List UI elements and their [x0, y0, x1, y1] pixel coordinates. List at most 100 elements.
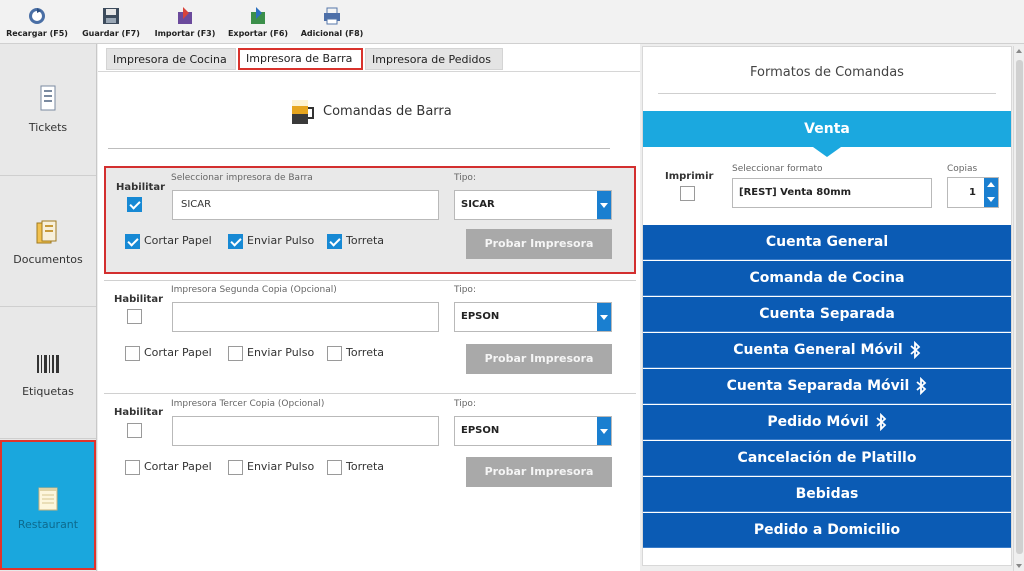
bluetooth-icon — [910, 341, 921, 359]
export-button[interactable]: Exportar (F6) — [226, 2, 290, 42]
documents-icon — [36, 220, 57, 244]
enable-checkbox[interactable] — [127, 309, 142, 324]
test-printer-button[interactable]: Probar Impresora — [466, 457, 612, 487]
chevron-up-icon[interactable] — [987, 182, 995, 187]
format-item[interactable]: Cuenta Separada Móvil — [643, 369, 1011, 404]
option-label: Torreta — [346, 460, 385, 473]
printer-field-label: Seleccionar impresora de Barra — [171, 173, 313, 183]
save-icon — [103, 8, 119, 24]
formats-panel: Formatos de Comandas Venta Imprimir Sele… — [642, 46, 1012, 566]
cortar-papel-checkbox[interactable] — [125, 234, 140, 249]
copies-stepper[interactable]: 1 — [947, 177, 999, 208]
reload-button[interactable]: Recargar (F5) — [4, 2, 70, 42]
scroll-down-icon[interactable] — [1016, 564, 1022, 568]
import-label: Importar (F3) — [154, 29, 216, 38]
option-label: Cortar Papel — [144, 234, 212, 247]
torreta-checkbox[interactable] — [327, 346, 342, 361]
vertical-scrollbar[interactable] — [1013, 46, 1024, 571]
printer-name-input[interactable]: SICAR — [172, 190, 439, 220]
print-label: Imprimir — [665, 171, 714, 182]
enviar-pulso-checkbox[interactable] — [228, 234, 243, 249]
format-item[interactable]: Pedido a Domicilio — [643, 513, 1011, 548]
format-label: Cuenta General Móvil — [733, 342, 903, 358]
enable-label: Habilitar — [114, 294, 164, 305]
beer-mug-icon — [292, 100, 314, 124]
test-printer-button[interactable]: Probar Impresora — [466, 344, 612, 374]
sidebar-item-etiquetas[interactable]: Etiquetas — [0, 307, 96, 439]
tab-impresora-pedidos[interactable]: Impresora de Pedidos — [365, 48, 503, 70]
notepad-icon — [38, 487, 58, 511]
active-format-pointer — [813, 147, 841, 157]
type-select[interactable]: EPSON — [454, 302, 612, 332]
save-label: Guardar (F7) — [82, 29, 140, 38]
enable-checkbox[interactable] — [127, 197, 142, 212]
chevron-down-icon[interactable] — [597, 303, 611, 331]
format-item[interactable]: Cuenta General — [643, 225, 1011, 260]
enviar-pulso-checkbox[interactable] — [228, 346, 243, 361]
format-item[interactable]: Cancelación de Platillo — [643, 441, 1011, 476]
scroll-thumb[interactable] — [1016, 60, 1023, 554]
printer-settings-panel: Impresora de Cocina Impresora de Barra I… — [98, 44, 640, 571]
select-format-input[interactable]: [REST] Venta 80mm — [732, 178, 932, 208]
cortar-papel-checkbox[interactable] — [125, 346, 140, 361]
enable-label: Habilitar — [116, 182, 166, 193]
enviar-pulso-checkbox[interactable] — [228, 460, 243, 475]
printer-icon — [324, 7, 340, 25]
additional-label: Adicional (F8) — [300, 29, 364, 38]
chevron-down-icon[interactable] — [987, 197, 995, 202]
sidebar-item-documentos[interactable]: Documentos — [0, 176, 96, 307]
stepper-buttons[interactable] — [984, 178, 998, 207]
block-divider — [104, 280, 636, 281]
torreta-checkbox[interactable] — [327, 234, 342, 249]
printer-field-label: Impresora Segunda Copia (Opcional) — [171, 285, 337, 295]
toolbar: Recargar (F5) Guardar (F7) Importar (F3)… — [0, 0, 1024, 44]
export-label: Exportar (F6) — [227, 29, 289, 38]
format-label: Cuenta Separada — [759, 306, 895, 322]
select-format-label: Seleccionar formato — [732, 164, 823, 174]
format-venta-button[interactable]: Venta — [643, 111, 1011, 147]
copies-value: 1 — [969, 187, 976, 198]
format-item[interactable]: Comanda de Cocina — [643, 261, 1011, 296]
format-label: Pedido Móvil — [767, 414, 869, 430]
title-divider — [108, 148, 610, 149]
format-label: Pedido a Domicilio — [753, 522, 901, 538]
chevron-down-icon[interactable] — [597, 417, 611, 445]
cortar-papel-checkbox[interactable] — [125, 460, 140, 475]
block-divider — [104, 393, 636, 394]
test-printer-button[interactable]: Probar Impresora — [466, 229, 612, 259]
format-item[interactable]: Bebidas — [643, 477, 1011, 512]
sidebar-item-restaurant[interactable]: Restaurant — [0, 440, 96, 570]
print-checkbox[interactable] — [680, 186, 695, 201]
tab-impresora-cocina[interactable]: Impresora de Cocina — [106, 48, 236, 70]
format-label: Comanda de Cocina — [749, 270, 905, 286]
format-item[interactable]: Cuenta Separada — [643, 297, 1011, 332]
torreta-checkbox[interactable] — [327, 460, 342, 475]
import-button[interactable]: Importar (F3) — [152, 2, 218, 42]
printer-block-second-copy: Habilitar Impresora Segunda Copia (Opcio… — [104, 282, 636, 390]
printer-name-input[interactable] — [172, 416, 439, 446]
enable-checkbox[interactable] — [127, 423, 142, 438]
sidebar-item-label: Tickets — [28, 121, 68, 134]
formats-title: Formatos de Comandas — [750, 65, 904, 80]
sidebar-item-label: Etiquetas — [22, 385, 74, 398]
printer-name-input[interactable] — [172, 302, 439, 332]
option-label: Torreta — [346, 234, 385, 247]
option-label: Enviar Pulso — [247, 460, 315, 473]
type-select[interactable]: SICAR — [454, 190, 612, 220]
sidebar-item-label: Restaurant — [17, 518, 79, 531]
type-label: Tipo: — [454, 285, 476, 295]
tab-impresora-barra[interactable]: Impresora de Barra — [238, 48, 363, 70]
format-item[interactable]: Pedido Móvil — [643, 405, 1011, 440]
scroll-up-icon[interactable] — [1016, 49, 1022, 53]
type-select-value: EPSON — [461, 311, 500, 322]
chevron-down-icon[interactable] — [597, 191, 611, 219]
ticket-icon — [40, 85, 56, 111]
format-label: Cuenta Separada Móvil — [726, 378, 910, 394]
tab-divider — [98, 71, 640, 72]
save-button[interactable]: Guardar (F7) — [80, 2, 142, 42]
option-label: Cortar Papel — [144, 346, 212, 359]
additional-button[interactable]: Adicional (F8) — [298, 2, 366, 42]
sidebar-item-tickets[interactable]: Tickets — [0, 44, 96, 176]
format-item[interactable]: Cuenta General Móvil — [643, 333, 1011, 368]
type-select[interactable]: EPSON — [454, 416, 612, 446]
